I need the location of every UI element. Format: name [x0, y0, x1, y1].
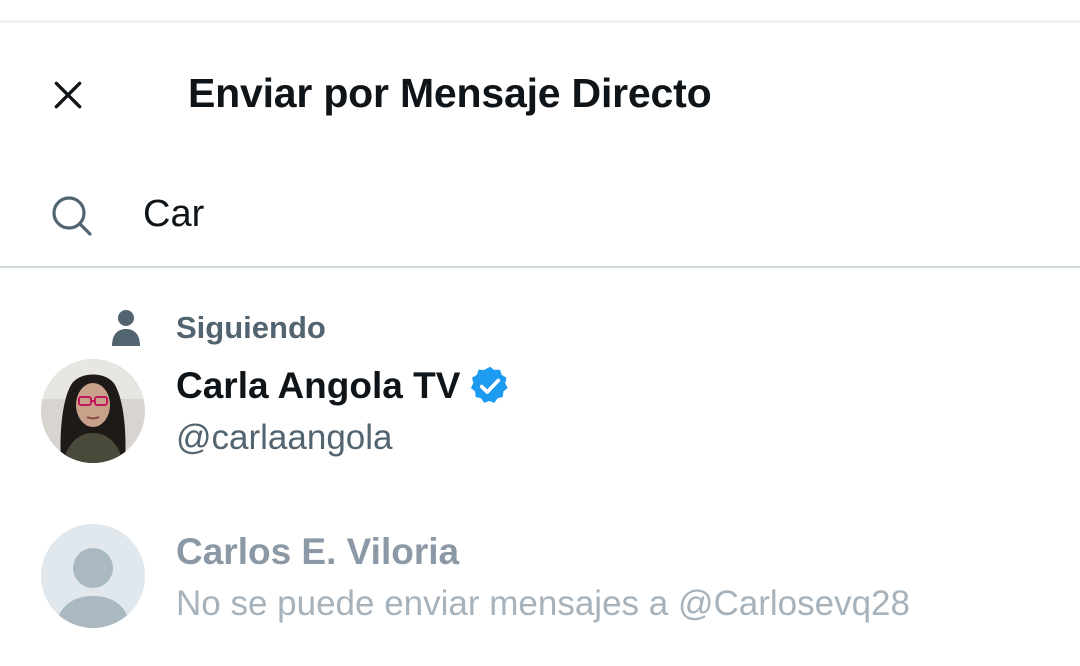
search-icon	[52, 196, 92, 236]
verified-badge-icon	[471, 366, 509, 403]
close-button[interactable]	[40, 67, 96, 123]
search-input[interactable]	[143, 188, 1043, 240]
cannot-message-notice: No se puede enviar mensajes a @Carlosevq…	[176, 584, 910, 623]
default-avatar-icon	[41, 524, 145, 628]
display-name: Carla Angola TV	[176, 365, 461, 406]
following-context: Siguiendo	[110, 306, 326, 350]
search-divider	[0, 266, 1080, 268]
dialog-title: Enviar por Mensaje Directo	[188, 70, 712, 116]
following-label: Siguiendo	[176, 310, 326, 345]
user-handle: @carlaangola	[176, 418, 393, 457]
user-result-row[interactable]: Carla Angola TV @carlaangola	[0, 352, 1080, 472]
person-icon	[112, 310, 140, 346]
display-name: Carlos E. Viloria	[176, 531, 460, 572]
user-result-row-disabled: Carlos E. Viloria No se puede enviar men…	[0, 512, 1080, 642]
dialog-header: Enviar por Mensaje Directo	[0, 23, 1080, 163]
avatar	[41, 359, 145, 463]
search-bar[interactable]	[0, 166, 1080, 266]
close-icon	[54, 81, 82, 109]
